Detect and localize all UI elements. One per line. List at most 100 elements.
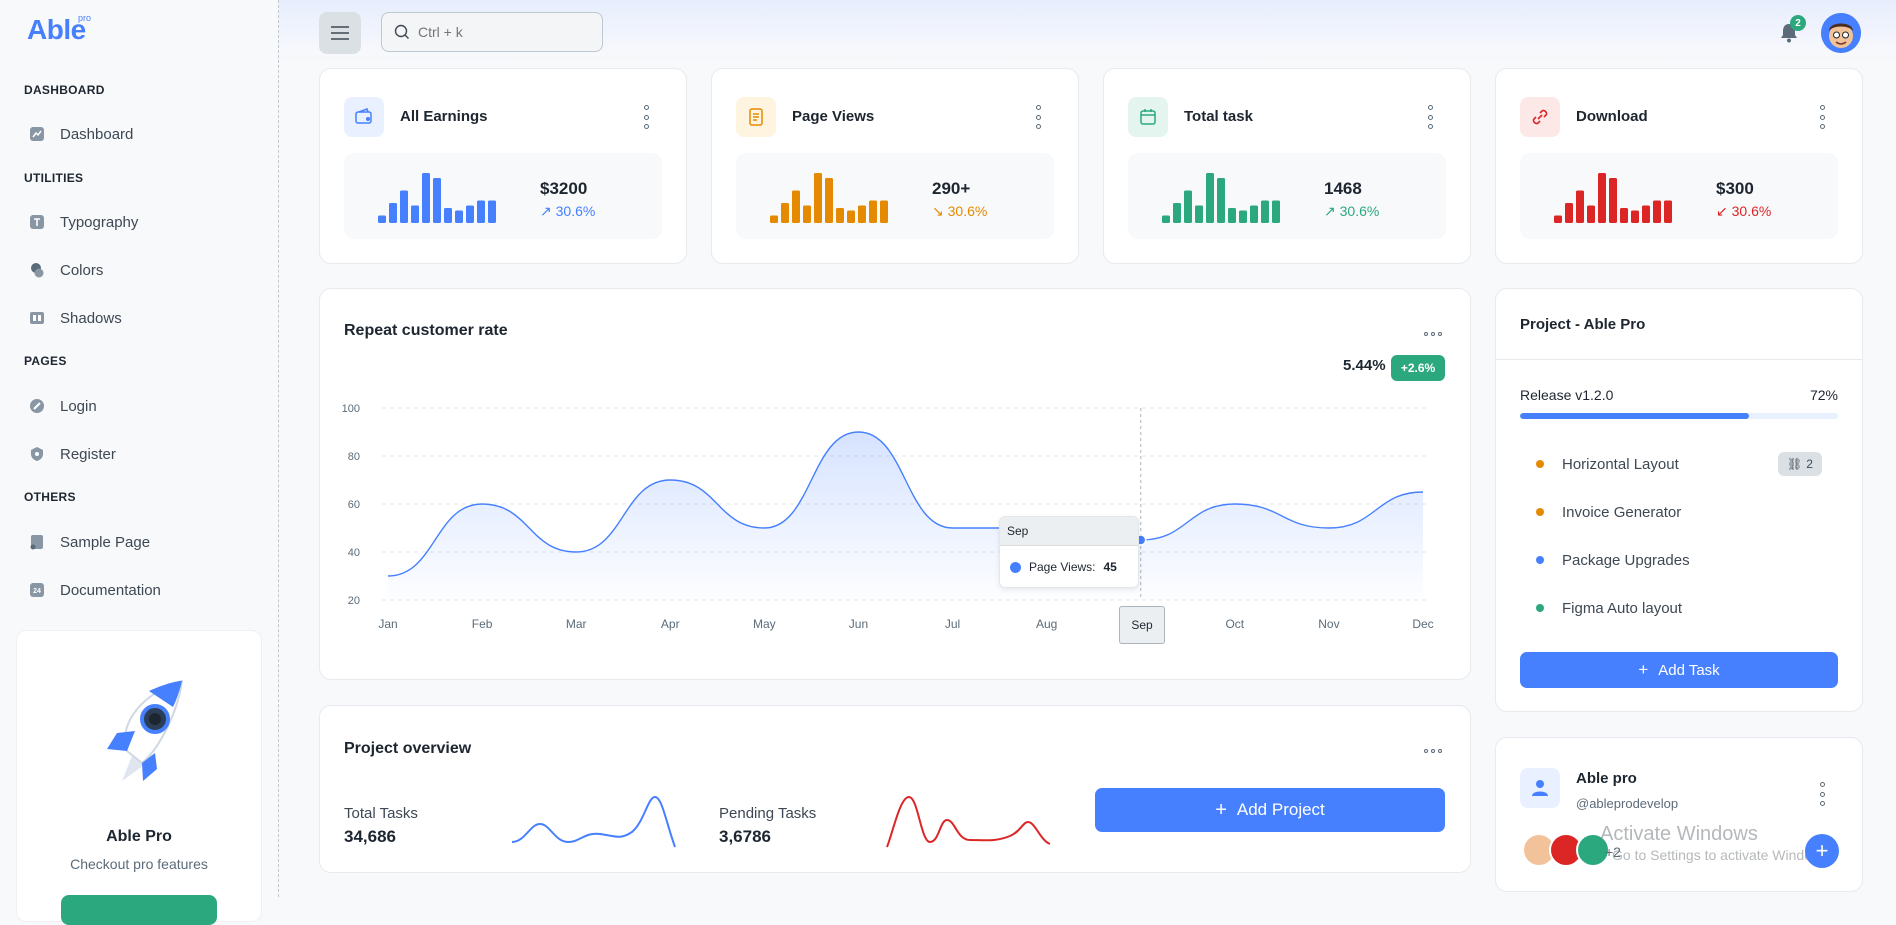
add-task-button[interactable]: + Add Task — [1520, 652, 1838, 688]
stat-bar — [1642, 205, 1650, 223]
promo-button[interactable] — [61, 895, 217, 925]
hamburger-icon — [331, 26, 349, 40]
nav-caption-utilities: UTILITIES — [24, 171, 84, 185]
stat-bar — [1162, 215, 1170, 223]
task-item[interactable]: Invoice Generator — [1520, 492, 1838, 532]
y-tick-label: 80 — [348, 451, 360, 463]
sidebar-item-login[interactable]: Login — [16, 386, 260, 426]
sidebar-item-sample-page[interactable]: Sample Page — [16, 522, 260, 562]
menu-toggle-button[interactable] — [319, 12, 361, 54]
project-card: Project - Able Pro Release v1.2.0 72% Ho… — [1495, 288, 1863, 712]
rocket-icon — [107, 679, 184, 781]
sidebar-item-typography[interactable]: Typography — [16, 202, 260, 242]
windows-activation-title: Activate Windows — [1600, 823, 1758, 845]
stat-change: ↘ 30.6% — [932, 203, 988, 219]
doc-icon: 24 — [28, 581, 46, 599]
sidebar-item-label: Colors — [60, 261, 104, 279]
stat-bar — [1272, 200, 1280, 223]
sidebar-item-label: Register — [60, 445, 116, 463]
sidebar-item-colors[interactable]: Colors — [16, 250, 260, 290]
stat-card-page-views: Page Views 290+ ↘ 30.6% — [711, 68, 1079, 264]
status-dot — [1536, 460, 1544, 468]
divider — [1496, 359, 1862, 360]
stat-title: Page Views — [792, 108, 875, 125]
brand-tag: pro — [78, 13, 92, 23]
team-handle: @ableprodevelop — [1576, 796, 1679, 811]
stat-bar — [814, 173, 822, 223]
more-options-button[interactable] — [1814, 782, 1830, 806]
add-project-button[interactable]: + Add Project — [1095, 788, 1445, 832]
stat-bar — [803, 205, 811, 223]
search-box[interactable] — [381, 12, 603, 52]
notification-count-badge: 2 — [1790, 15, 1806, 31]
stat-bar — [488, 200, 496, 223]
stat-bar — [858, 205, 866, 223]
team-card: Able pro @ableprodevelop — [1495, 737, 1863, 892]
sidebar-item-register[interactable]: Register — [16, 434, 260, 474]
shadow-icon — [28, 309, 46, 327]
more-options-button[interactable] — [1422, 105, 1438, 129]
task-item[interactable]: Horizontal Layout ⛓ 2 — [1520, 444, 1838, 484]
stat-bar-chart — [770, 173, 888, 223]
shield-icon — [28, 397, 46, 415]
stat-bar — [411, 205, 419, 223]
stat-bar — [1173, 203, 1181, 223]
stat-title: Total task — [1184, 108, 1253, 125]
stat-bar — [869, 200, 877, 223]
more-options-button[interactable] — [1424, 747, 1442, 755]
link-count-badge: ⛓ 2 — [1778, 452, 1822, 476]
stat-change: ↗ 30.6% — [1324, 203, 1380, 219]
stat-value: 1468 — [1324, 179, 1362, 198]
stat-bar — [1565, 203, 1573, 223]
y-tick-label: 60 — [348, 499, 360, 511]
stat-bar-chart — [1554, 173, 1672, 223]
release-label: Release v1.2.0 — [1520, 387, 1614, 403]
task-item[interactable]: Package Upgrades — [1520, 540, 1838, 580]
total-tasks-value: 34,686 — [344, 827, 396, 846]
stat-title: Download — [1576, 108, 1648, 125]
sidebar-item-label: Dashboard — [60, 125, 134, 143]
stat-bar — [444, 208, 452, 223]
promo-card: Able Pro Checkout pro features — [16, 630, 262, 925]
more-options-button[interactable] — [1424, 330, 1442, 338]
search-input[interactable] — [416, 23, 590, 41]
add-member-button[interactable]: + — [1805, 834, 1839, 868]
stat-card-download: Download $300 ↙ 30.6% — [1495, 68, 1863, 264]
x-tick-label: Jan — [378, 617, 397, 631]
x-tick-label: May — [753, 617, 776, 631]
brand-logo[interactable]: Able — [27, 14, 86, 46]
sidebar-item-shadows[interactable]: Shadows — [16, 298, 260, 338]
sidebar-item-label: Shadows — [60, 309, 122, 327]
add-project-label: Add Project — [1236, 800, 1325, 819]
stat-title: All Earnings — [400, 108, 488, 125]
sidebar-item-dashboard[interactable]: Dashboard — [16, 114, 260, 154]
task-item[interactable]: Figma Auto layout — [1520, 588, 1838, 628]
nav-caption-others: OTHERS — [24, 490, 76, 504]
stat-bar — [1609, 178, 1617, 223]
y-tick-label: 40 — [348, 547, 360, 559]
progress-fill — [1520, 413, 1749, 419]
stat-bar — [1228, 208, 1236, 223]
x-tick-label: Apr — [661, 617, 680, 631]
more-options-button[interactable] — [638, 105, 654, 129]
stat-bar — [1250, 205, 1258, 223]
stat-body: 1468 ↗ 30.6% — [1128, 153, 1446, 239]
x-tick-label: Jul — [945, 617, 960, 631]
y-tick-label: 20 — [348, 595, 360, 607]
repeat-rate-area-chart: 100 80 60 40 20 Jan Feb Mar Apr May Jun Jul Aug Sep Oc… — [342, 403, 1434, 631]
stat-card-earnings: All Earnings $3200 ↗ 30.6% — [319, 68, 687, 264]
stat-bar — [1587, 205, 1595, 223]
security-icon — [28, 445, 46, 463]
stat-bar — [781, 203, 789, 223]
rate-value: 5.44% — [1343, 357, 1386, 374]
tooltip-value: 45 — [1103, 560, 1117, 574]
tooltip-month: Sep — [1000, 517, 1138, 546]
more-options-button[interactable] — [1030, 105, 1046, 129]
user-avatar[interactable] — [1821, 13, 1861, 53]
x-tick-label: Feb — [472, 617, 493, 631]
chart-icon — [28, 125, 46, 143]
status-dot — [1536, 556, 1544, 564]
stat-bar — [792, 190, 800, 223]
sidebar-item-documentation[interactable]: 24 Documentation — [16, 570, 260, 610]
more-options-button[interactable] — [1814, 105, 1830, 129]
